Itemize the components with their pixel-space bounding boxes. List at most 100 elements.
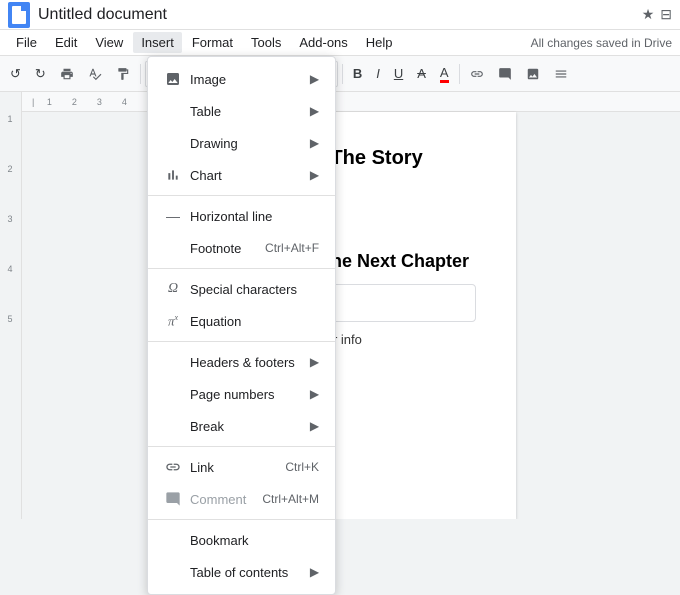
chart-label: Chart — [190, 168, 302, 183]
separator-3 — [148, 341, 335, 342]
equation-label: Equation — [190, 314, 319, 329]
spellcheck-button[interactable] — [82, 63, 108, 85]
break-arrow: ▶ — [310, 419, 319, 433]
drawing-arrow: ▶ — [310, 136, 319, 150]
title-bar: Untitled document ★ ⊟ — [0, 0, 680, 30]
comment-shortcut: Ctrl+Alt+M — [262, 492, 319, 506]
menu-view[interactable]: View — [87, 32, 131, 53]
ruler-num-5: 5 — [7, 312, 12, 362]
menu-help[interactable]: Help — [358, 32, 401, 53]
ruler-numbers: 1 2 3 4 5 — [0, 112, 20, 362]
pagenums-label: Page numbers — [190, 387, 302, 402]
print-button[interactable] — [54, 63, 80, 85]
menu-format[interactable]: Format — [184, 32, 241, 53]
align-button[interactable] — [548, 63, 574, 85]
google-docs-icon — [8, 2, 30, 28]
document-title[interactable]: Untitled document — [38, 6, 642, 24]
hline-menu-icon: — — [164, 207, 182, 225]
comment-button[interactable] — [492, 63, 518, 85]
redo-button[interactable]: ↻ — [29, 62, 52, 86]
image-label: Image — [190, 72, 302, 87]
footnote-shortcut: Ctrl+Alt+F — [265, 241, 319, 255]
link-button[interactable] — [464, 63, 490, 85]
menu-tools[interactable]: Tools — [243, 32, 289, 53]
toc-icon — [164, 563, 182, 581]
drawing-label: Drawing — [190, 136, 302, 151]
insert-dropdown-menu: Image ▶ Table ▶ Drawing ▶ Chart ▶ — Hori… — [147, 56, 336, 595]
menu-item-bookmark[interactable]: Bookmark — [148, 524, 335, 556]
toolbar-separator-4 — [459, 64, 460, 84]
comment-menu-icon — [164, 490, 182, 508]
link-menu-icon — [164, 458, 182, 476]
pagenums-arrow: ▶ — [310, 387, 319, 401]
break-label: Break — [190, 419, 302, 434]
link-shortcut: Ctrl+K — [285, 460, 319, 474]
comment-label: Comment — [190, 492, 246, 507]
menu-file[interactable]: File — [8, 32, 45, 53]
menu-item-footnote[interactable]: Footnote Ctrl+Alt+F — [148, 232, 335, 264]
toc-label: Table of contents — [190, 565, 302, 580]
menu-item-table[interactable]: Table ▶ — [148, 95, 335, 127]
insert-image-button[interactable] — [520, 63, 546, 85]
table-label: Table — [190, 104, 302, 119]
top-ruler: | 1 2 3 4 — [22, 92, 680, 112]
menu-item-link[interactable]: Link Ctrl+K — [148, 451, 335, 483]
text-color-button[interactable]: A — [434, 61, 455, 87]
ruler-num-1: 1 — [7, 112, 12, 162]
headers-icon — [164, 353, 182, 371]
menu-item-comment: Comment Ctrl+Alt+M — [148, 483, 335, 515]
strikethrough-button[interactable]: A — [411, 62, 432, 85]
menu-item-headers[interactable]: Headers & footers ▶ — [148, 346, 335, 378]
toolbar-separator-1 — [140, 64, 141, 84]
separator-5 — [148, 519, 335, 520]
chart-menu-icon — [164, 166, 182, 184]
menu-insert[interactable]: Insert — [133, 32, 182, 53]
footnote-label: Footnote — [190, 241, 249, 256]
bold-button[interactable]: B — [347, 62, 368, 85]
bookmark-menu-icon — [164, 531, 182, 549]
title-icons: ★ ⊟ — [642, 6, 672, 23]
footnote-menu-icon — [164, 239, 182, 257]
image-menu-icon — [164, 70, 182, 88]
ruler-num-4: 4 — [7, 262, 12, 312]
hline-label: Horizontal line — [190, 209, 319, 224]
paint-format-button[interactable] — [110, 63, 136, 85]
page-area: | 1 2 3 4 Chapter 1: The Story Begins t … — [22, 92, 680, 519]
menu-item-hline[interactable]: — Horizontal line — [148, 200, 335, 232]
undo-button[interactable]: ↺ — [4, 62, 27, 86]
saved-status: All changes saved in Drive — [531, 36, 672, 50]
underline-button[interactable]: U — [388, 62, 409, 85]
table-menu-icon — [164, 102, 182, 120]
ruler-num-2: 2 — [7, 162, 12, 212]
equation-icon: πx — [164, 312, 182, 330]
menu-item-chart[interactable]: Chart ▶ — [148, 159, 335, 191]
toolbar-separator-3 — [342, 64, 343, 84]
menu-item-pagenums[interactable]: Page numbers ▶ — [148, 378, 335, 410]
break-icon — [164, 417, 182, 435]
star-icon[interactable]: ★ — [642, 6, 655, 23]
menu-bar: File Edit View Insert Format Tools Add-o… — [0, 30, 680, 56]
menu-item-break[interactable]: Break ▶ — [148, 410, 335, 442]
menu-addons[interactable]: Add-ons — [291, 32, 355, 53]
separator-1 — [148, 195, 335, 196]
headers-label: Headers & footers — [190, 355, 302, 370]
menu-item-image[interactable]: Image ▶ — [148, 63, 335, 95]
ruler-num-3: 3 — [7, 212, 12, 262]
separator-2 — [148, 268, 335, 269]
history-icon[interactable]: ⊟ — [660, 6, 672, 23]
separator-4 — [148, 446, 335, 447]
document-body: 1 2 3 4 5 | 1 2 3 4 Chapter 1: The Story… — [0, 92, 680, 519]
headers-arrow: ▶ — [310, 355, 319, 369]
toolbar: ↺ ↻ Arial 16 B I U A A — [0, 56, 680, 92]
menu-item-special-chars[interactable]: Ω Special characters — [148, 273, 335, 305]
link-label: Link — [190, 460, 269, 475]
menu-item-drawing[interactable]: Drawing ▶ — [148, 127, 335, 159]
drawing-menu-icon — [164, 134, 182, 152]
image-arrow: ▶ — [310, 72, 319, 86]
menu-edit[interactable]: Edit — [47, 32, 85, 53]
toc-arrow: ▶ — [310, 565, 319, 579]
menu-item-toc[interactable]: Table of contents ▶ — [148, 556, 335, 588]
italic-button[interactable]: I — [370, 62, 386, 85]
left-ruler: 1 2 3 4 5 — [0, 92, 22, 519]
menu-item-equation[interactable]: πx Equation — [148, 305, 335, 337]
